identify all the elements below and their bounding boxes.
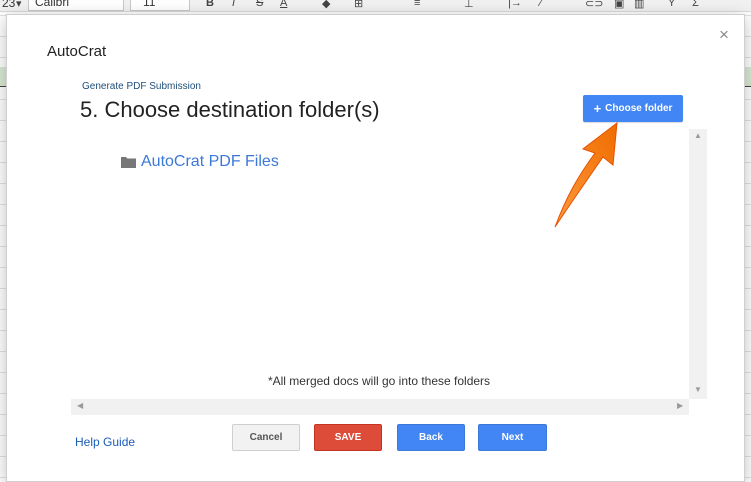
- chart-icon[interactable]: ▥: [634, 0, 644, 10]
- functions-icon[interactable]: Σ: [692, 0, 699, 9]
- borders-icon[interactable]: ⊞: [354, 0, 363, 10]
- valign-icon[interactable]: ⊥: [464, 0, 474, 10]
- strikethrough-icon[interactable]: S: [256, 0, 263, 9]
- close-icon[interactable]: ×: [719, 25, 729, 45]
- fill-color-icon[interactable]: ◆: [322, 0, 330, 10]
- back-button[interactable]: Back: [397, 424, 465, 451]
- font-selector[interactable]: Calibri: [28, 0, 124, 11]
- italic-icon[interactable]: I: [232, 0, 235, 9]
- font-size-selector[interactable]: 11: [130, 0, 190, 11]
- text-color-icon[interactable]: A: [280, 0, 287, 9]
- folder-label[interactable]: AutoCrat PDF Files: [141, 153, 279, 171]
- list-item[interactable]: AutoCrat PDF Files: [121, 153, 279, 171]
- scroll-left-icon[interactable]: ◀: [77, 401, 83, 410]
- scroll-up-icon[interactable]: ▲: [694, 131, 702, 140]
- font-name: Calibri: [35, 0, 70, 9]
- breadcrumb: Generate PDF Submission: [82, 81, 201, 92]
- autocrat-dialog: AutoCrat × Generate PDF Submission 5. Ch…: [6, 14, 745, 482]
- save-button[interactable]: SAVE: [314, 424, 382, 451]
- font-size-value: 11: [143, 0, 156, 9]
- spreadsheet-toolbar: 23 ▾ Calibri 11 B I S A ◆ ⊞ ≡ ⊥ |→ ⁄ ⊂⊃ …: [0, 0, 751, 12]
- plus-icon: +: [593, 101, 602, 116]
- rotate-icon[interactable]: ⁄: [540, 0, 542, 9]
- comment-icon[interactable]: ▣: [614, 0, 624, 10]
- step-title: 5. Choose destination folder(s): [80, 97, 380, 122]
- folder-icon: [121, 157, 136, 168]
- help-guide-link[interactable]: Help Guide: [75, 435, 135, 449]
- merged-docs-note: *All merged docs will go into these fold…: [267, 374, 491, 388]
- scroll-right-icon[interactable]: ▶: [677, 401, 683, 410]
- vertical-scrollbar[interactable]: ▲ ▼: [689, 129, 707, 399]
- zoom-level[interactable]: 23: [2, 0, 15, 10]
- horizontal-scrollbar[interactable]: ◀ ▶: [71, 399, 689, 415]
- chevron-down-icon: ▾: [16, 0, 22, 10]
- choose-folder-label: Choose folder: [605, 103, 673, 114]
- next-button[interactable]: Next: [478, 424, 547, 451]
- dialog-title: AutoCrat: [47, 43, 107, 60]
- wrap-icon[interactable]: |→: [508, 0, 522, 9]
- annotation-arrow-icon: [554, 121, 618, 228]
- filter-icon[interactable]: Y: [668, 0, 675, 9]
- scroll-down-icon[interactable]: ▼: [694, 385, 702, 394]
- cancel-button[interactable]: Cancel: [232, 424, 300, 451]
- link-icon[interactable]: ⊂⊃: [585, 0, 603, 10]
- bold-icon[interactable]: B: [206, 0, 214, 9]
- align-icon[interactable]: ≡: [414, 0, 420, 9]
